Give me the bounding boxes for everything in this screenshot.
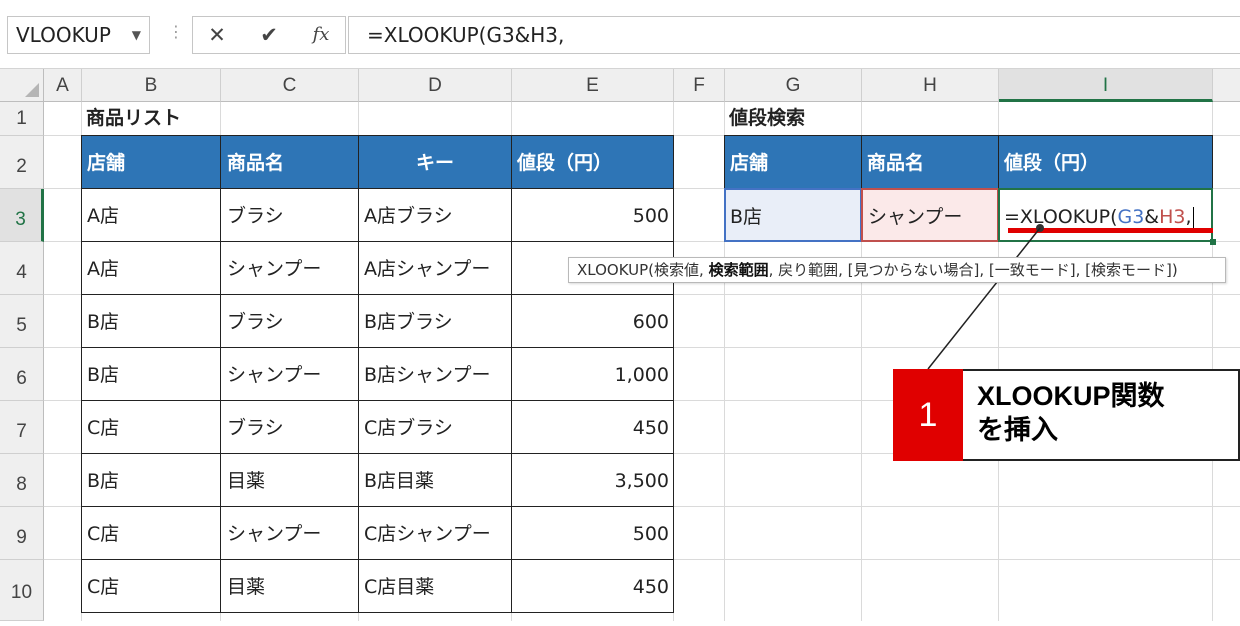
cell-key[interactable]: A店シャンプー	[358, 241, 512, 295]
cell-store[interactable]: B店	[81, 347, 221, 401]
row-header-9[interactable]: 9	[0, 507, 44, 560]
chevron-down-icon[interactable]: ▼	[132, 17, 141, 53]
column-header-b[interactable]: B	[82, 69, 221, 102]
tooltip-current-arg: 検索範囲	[708, 261, 769, 279]
cell-store[interactable]: C店	[81, 559, 221, 613]
row-header-3[interactable]: 3	[0, 189, 44, 242]
callout-line-1: XLOOKUP関数	[977, 381, 1165, 411]
row-header-6[interactable]: 6	[0, 348, 44, 401]
callout-step-number: 1	[893, 369, 963, 461]
leader-dot	[1036, 224, 1044, 232]
worksheet-grid[interactable]: A B C D E F G H I 1 2 3 4 5 6 7 8 9 10 商…	[0, 69, 1240, 621]
cell-product[interactable]: ブラシ	[220, 188, 359, 242]
row-header-7[interactable]: 7	[0, 401, 44, 454]
cell-product[interactable]: ブラシ	[220, 400, 359, 454]
search-product-cell[interactable]: シャンプー	[861, 188, 999, 242]
callout-label: XLOOKUP関数 を挿入	[963, 369, 1240, 461]
insert-function-icon[interactable]: fx	[301, 17, 341, 53]
formula-amp: &	[1144, 206, 1160, 228]
column-header-i[interactable]: I	[999, 69, 1213, 102]
cell-product[interactable]: シャンプー	[220, 506, 359, 560]
column-header-e[interactable]: E	[512, 69, 674, 102]
cell-store[interactable]: A店	[81, 241, 221, 295]
formula-buttons: ✕ ✔ fx	[192, 16, 346, 54]
row-header-10[interactable]: 10	[0, 560, 44, 621]
cell-store[interactable]: A店	[81, 188, 221, 242]
cell-key[interactable]: B店シャンプー	[358, 347, 512, 401]
row-header-2[interactable]: 2	[0, 136, 44, 189]
column-header-g[interactable]: G	[725, 69, 862, 102]
cell-store[interactable]: C店	[81, 400, 221, 454]
tooltip-rest: , 戻り範囲, [見つからない場合], [一致モード], [検索モード])	[768, 261, 1178, 279]
cell-key[interactable]: B店ブラシ	[358, 294, 512, 348]
search-store-cell[interactable]: B店	[724, 188, 862, 242]
cell-price[interactable]: 500	[511, 188, 674, 242]
column-header-j[interactable]	[1213, 69, 1240, 102]
search-header-product[interactable]: 商品名	[861, 135, 999, 189]
cell-key[interactable]: A店ブラシ	[358, 188, 512, 242]
cell-store[interactable]: B店	[81, 453, 221, 507]
formula-bar-area: VLOOKUP ▼ ⋮ ✕ ✔ fx =XLOOKUP(G3&H3,	[0, 0, 1240, 69]
column-header-d[interactable]: D	[359, 69, 512, 102]
search-header-price[interactable]: 値段（円）	[998, 135, 1213, 189]
price-search-title: 値段検索	[729, 107, 806, 129]
formula-ref-h3: H3	[1159, 206, 1186, 228]
cell-key[interactable]: C店シャンプー	[358, 506, 512, 560]
column-header-a[interactable]: A	[44, 69, 82, 102]
formula-ref-g3: G3	[1117, 206, 1145, 228]
column-header-c[interactable]: C	[221, 69, 359, 102]
text-cursor	[1192, 206, 1194, 229]
cell-key[interactable]: C店ブラシ	[358, 400, 512, 454]
fill-handle[interactable]	[1210, 239, 1216, 245]
cell-price[interactable]: 3,500	[511, 453, 674, 507]
cell-product[interactable]: シャンプー	[220, 241, 359, 295]
enter-icon[interactable]: ✔	[249, 17, 289, 53]
search-header-store[interactable]: 店舗	[724, 135, 862, 189]
header-price[interactable]: 値段（円）	[511, 135, 674, 189]
active-cell-formula[interactable]: =XLOOKUP(G3&H3,	[998, 188, 1213, 242]
cell-price[interactable]: 450	[511, 400, 674, 454]
cell-store[interactable]: C店	[81, 506, 221, 560]
function-tooltip: XLOOKUP(検索値, 検索範囲, 戻り範囲, [見つからない場合], [一致…	[568, 257, 1226, 283]
formula-input[interactable]: =XLOOKUP(G3&H3,	[348, 16, 1240, 54]
select-all-button[interactable]	[0, 69, 44, 102]
cancel-icon[interactable]: ✕	[197, 17, 237, 53]
cell-product[interactable]: 目薬	[220, 559, 359, 613]
cell-price[interactable]: 600	[511, 294, 674, 348]
cell-product[interactable]: ブラシ	[220, 294, 359, 348]
cell-price[interactable]: 450	[511, 559, 674, 613]
header-product[interactable]: 商品名	[220, 135, 359, 189]
row-header-1[interactable]: 1	[0, 102, 44, 136]
drag-handle-icon[interactable]: ⋮	[168, 22, 184, 41]
header-store[interactable]: 店舗	[81, 135, 221, 189]
tooltip-arg1: 検索値,	[654, 261, 709, 279]
cell-price[interactable]: 500	[511, 506, 674, 560]
tooltip-fn: XLOOKUP(	[577, 261, 655, 279]
callout-line-2: を挿入	[977, 415, 1058, 445]
column-header-h[interactable]: H	[862, 69, 999, 102]
cell-key[interactable]: B店目薬	[358, 453, 512, 507]
cell-product[interactable]: シャンプー	[220, 347, 359, 401]
name-box-value: VLOOKUP	[16, 23, 111, 47]
cell-price[interactable]: 1,000	[511, 347, 674, 401]
column-header-f[interactable]: F	[674, 69, 725, 102]
product-list-title: 商品リスト	[86, 107, 182, 129]
name-box[interactable]: VLOOKUP ▼	[7, 16, 150, 54]
header-key[interactable]: キー	[358, 135, 512, 189]
row-header-8[interactable]: 8	[0, 454, 44, 507]
formula-comma: ,	[1185, 206, 1192, 228]
formula-prefix: =XLOOKUP(	[1004, 206, 1118, 228]
row-header-5[interactable]: 5	[0, 295, 44, 348]
cell-store[interactable]: B店	[81, 294, 221, 348]
cell-product[interactable]: 目薬	[220, 453, 359, 507]
cell-key[interactable]: C店目薬	[358, 559, 512, 613]
row-header-4[interactable]: 4	[0, 242, 44, 295]
